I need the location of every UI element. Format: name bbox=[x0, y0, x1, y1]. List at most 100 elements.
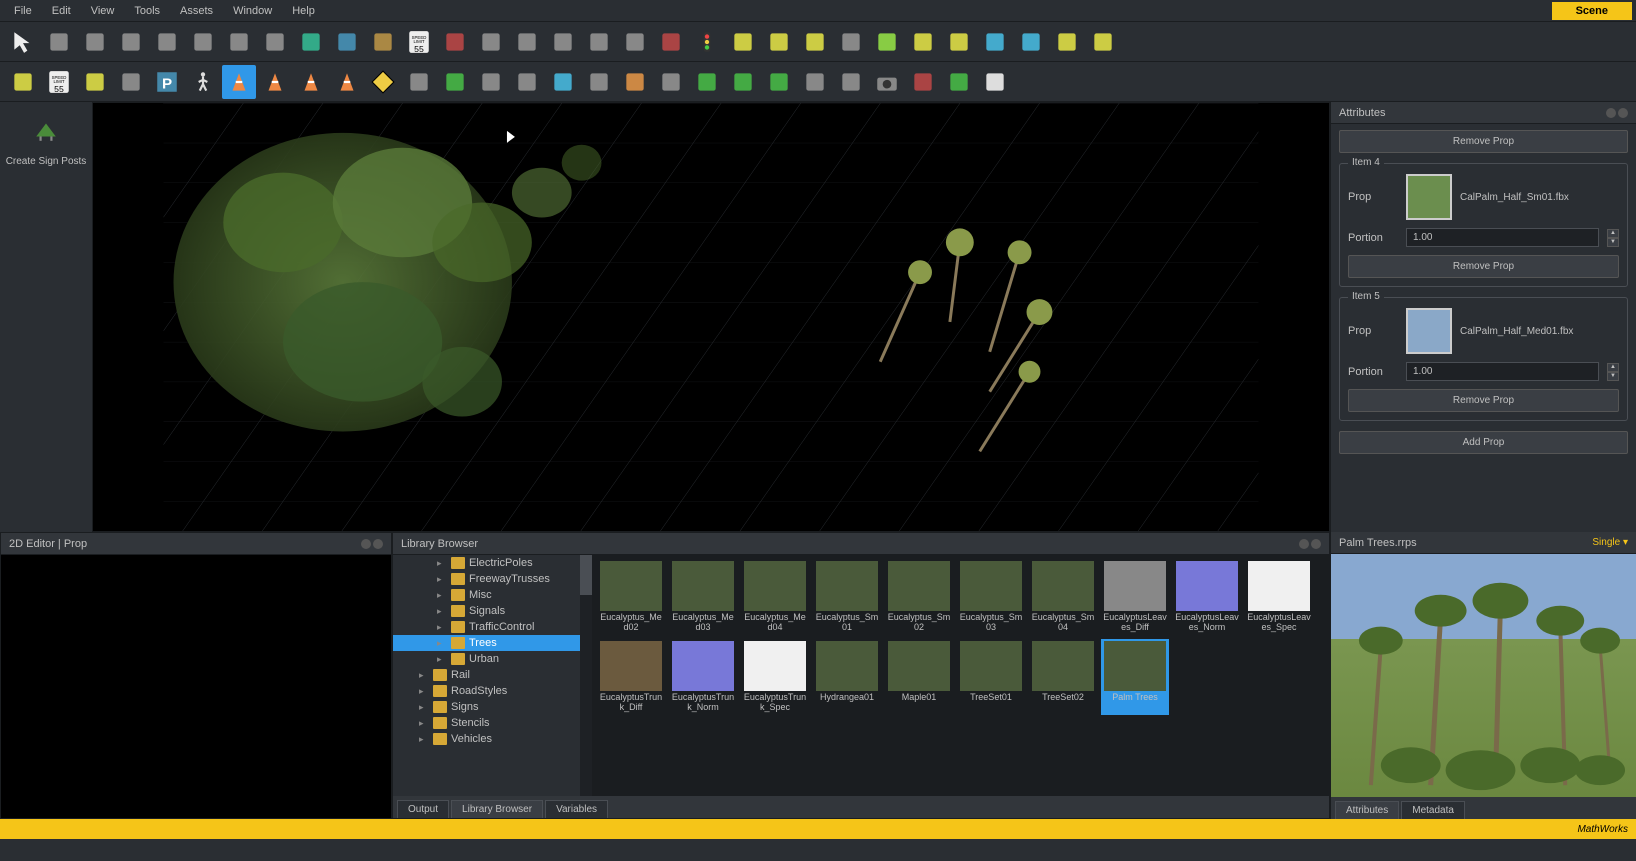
tree-scrollbar[interactable] bbox=[580, 555, 592, 796]
spinner-up-icon[interactable]: ▲ bbox=[1607, 363, 1619, 372]
tool-lane5[interactable] bbox=[1014, 25, 1048, 59]
asset-palm-trees[interactable]: Palm Trees bbox=[1101, 639, 1169, 715]
item4-thumb[interactable] bbox=[1406, 174, 1452, 220]
chevron-right-icon[interactable]: ▸ bbox=[437, 606, 447, 617]
tool-srf1[interactable] bbox=[294, 25, 328, 59]
asset-eucalyptus_med03[interactable]: Eucalyptus_Med03 bbox=[669, 559, 737, 635]
tool-grid[interactable] bbox=[402, 65, 436, 99]
tree-item-vehicles[interactable]: ▸Vehicles bbox=[393, 731, 592, 747]
tool-tools[interactable] bbox=[474, 65, 508, 99]
tab-output[interactable]: Output bbox=[397, 800, 449, 818]
panel-min-icon[interactable] bbox=[1299, 539, 1309, 549]
panel-close-icon[interactable] bbox=[1618, 108, 1628, 118]
tool-light[interactable] bbox=[690, 25, 724, 59]
tree-item-freewaytrusses[interactable]: ▸FreewayTrusses bbox=[393, 571, 592, 587]
tool-scan[interactable] bbox=[582, 65, 616, 99]
spinner-down-icon[interactable]: ▼ bbox=[1607, 372, 1619, 381]
tree-item-signals[interactable]: ▸Signals bbox=[393, 603, 592, 619]
panel-close-icon[interactable] bbox=[373, 539, 383, 549]
menu-edit[interactable]: Edit bbox=[42, 2, 81, 20]
tool-align2[interactable] bbox=[762, 25, 796, 59]
preview-viewport[interactable] bbox=[1331, 554, 1636, 797]
chevron-right-icon[interactable]: ▸ bbox=[437, 654, 447, 665]
asset-eucalyptustrunk_spec[interactable]: EucalyptusTrunk_Spec bbox=[741, 639, 809, 715]
item5-thumb[interactable] bbox=[1406, 308, 1452, 354]
tool-graph[interactable] bbox=[618, 65, 652, 99]
chevron-right-icon[interactable]: ▸ bbox=[437, 590, 447, 601]
item5-portion-input[interactable] bbox=[1406, 362, 1599, 381]
menu-file[interactable]: File bbox=[4, 2, 42, 20]
tool-sloop[interactable] bbox=[78, 65, 112, 99]
menu-tools[interactable]: Tools bbox=[124, 2, 170, 20]
panel-min-icon[interactable] bbox=[361, 539, 371, 549]
tool-hazard[interactable] bbox=[366, 65, 400, 99]
scene-tab[interactable]: Scene bbox=[1552, 2, 1632, 20]
asset-eucalyptus_sm03[interactable]: Eucalyptus_Sm03 bbox=[957, 559, 1025, 635]
tool-merge[interactable] bbox=[150, 25, 184, 59]
tool-tex[interactable] bbox=[546, 65, 580, 99]
asset-eucalyptus_sm02[interactable]: Eucalyptus_Sm02 bbox=[885, 559, 953, 635]
chevron-right-icon[interactable]: ▸ bbox=[437, 574, 447, 585]
tool-cone-active[interactable] bbox=[222, 65, 256, 99]
menu-assets[interactable]: Assets bbox=[170, 2, 223, 20]
asset-eucalyptustrunk_diff[interactable]: EucalyptusTrunk_Diff bbox=[597, 639, 665, 715]
tool-srf2[interactable] bbox=[330, 25, 364, 59]
asset-treeset01[interactable]: TreeSet01 bbox=[957, 639, 1025, 715]
asset-eucalyptus_sm01[interactable]: Eucalyptus_Sm01 bbox=[813, 559, 881, 635]
tool-layer4[interactable] bbox=[798, 65, 832, 99]
remove-prop-top-button[interactable]: Remove Prop bbox=[1339, 130, 1628, 153]
tool-arrow[interactable] bbox=[6, 25, 40, 59]
tool-circle[interactable] bbox=[78, 25, 112, 59]
spinner-down-icon[interactable]: ▼ bbox=[1607, 238, 1619, 247]
add-prop-button[interactable]: Add Prop bbox=[1339, 431, 1628, 454]
folder-tree[interactable]: ▸ElectricPoles▸FreewayTrusses▸Misc▸Signa… bbox=[393, 555, 593, 796]
asset-eucalyptusleaves_norm[interactable]: EucalyptusLeaves_Norm bbox=[1173, 559, 1241, 635]
tool-lane1[interactable] bbox=[870, 25, 904, 59]
tool-lane7[interactable] bbox=[1086, 25, 1120, 59]
tool-rec[interactable] bbox=[906, 65, 940, 99]
asset-treeset02[interactable]: TreeSet02 bbox=[1029, 639, 1097, 715]
chevron-right-icon[interactable]: ▸ bbox=[437, 638, 447, 649]
tool-poly[interactable] bbox=[114, 65, 148, 99]
item4-portion-input[interactable] bbox=[1406, 228, 1599, 247]
item4-remove-button[interactable]: Remove Prop bbox=[1348, 255, 1619, 278]
asset-eucalyptus_sm04[interactable]: Eucalyptus_Sm04 bbox=[1029, 559, 1097, 635]
tool-lane2[interactable] bbox=[906, 25, 940, 59]
tab-preview-metadata[interactable]: Metadata bbox=[1401, 801, 1465, 819]
asset-eucalyptus_med02[interactable]: Eucalyptus_Med02 bbox=[597, 559, 665, 635]
panel-min-icon[interactable] bbox=[1606, 108, 1616, 118]
asset-eucalyptusleaves_spec[interactable]: EucalyptusLeaves_Spec bbox=[1245, 559, 1313, 635]
asset-eucalyptustrunk_norm[interactable]: EucalyptusTrunk_Norm bbox=[669, 639, 737, 715]
item5-remove-button[interactable]: Remove Prop bbox=[1348, 389, 1619, 412]
tree-item-electricpoles[interactable]: ▸ElectricPoles bbox=[393, 555, 592, 571]
tool-arr[interactable] bbox=[942, 65, 976, 99]
tool-cone2[interactable] bbox=[258, 65, 292, 99]
viewport-3d[interactable] bbox=[92, 102, 1330, 532]
tool-srf3[interactable] bbox=[366, 25, 400, 59]
tool-jct3[interactable] bbox=[546, 25, 580, 59]
menu-view[interactable]: View bbox=[81, 2, 125, 20]
tool-sroad[interactable] bbox=[114, 25, 148, 59]
tree-item-urban[interactable]: ▸Urban bbox=[393, 651, 592, 667]
tool-cam[interactable] bbox=[870, 65, 904, 99]
tool-corner[interactable] bbox=[438, 25, 472, 59]
asset-eucalyptus_med04[interactable]: Eucalyptus_Med04 bbox=[741, 559, 809, 635]
tab-library-browser[interactable]: Library Browser bbox=[451, 800, 543, 818]
tool-jct2[interactable] bbox=[510, 25, 544, 59]
chevron-right-icon[interactable]: ▸ bbox=[419, 702, 429, 713]
tool-ruler[interactable] bbox=[834, 65, 868, 99]
tree-item-stencils[interactable]: ▸Stencils bbox=[393, 715, 592, 731]
tool-align3[interactable] bbox=[798, 25, 832, 59]
tree-item-roadstyles[interactable]: ▸RoadStyles bbox=[393, 683, 592, 699]
create-sign-posts-tool[interactable] bbox=[26, 110, 66, 150]
editor-2d-viewport[interactable] bbox=[1, 555, 391, 818]
tool-jct6[interactable] bbox=[654, 25, 688, 59]
tool-ln1[interactable] bbox=[6, 65, 40, 99]
spinner-up-icon[interactable]: ▲ bbox=[1607, 229, 1619, 238]
tool-layer2[interactable] bbox=[726, 65, 760, 99]
tab-preview-attributes[interactable]: Attributes bbox=[1335, 801, 1399, 819]
preview-mode-dropdown[interactable]: Single ▾ bbox=[1592, 537, 1628, 548]
chevron-right-icon[interactable]: ▸ bbox=[419, 670, 429, 681]
tool-cone3[interactable] bbox=[294, 65, 328, 99]
chevron-right-icon[interactable]: ▸ bbox=[437, 558, 447, 569]
